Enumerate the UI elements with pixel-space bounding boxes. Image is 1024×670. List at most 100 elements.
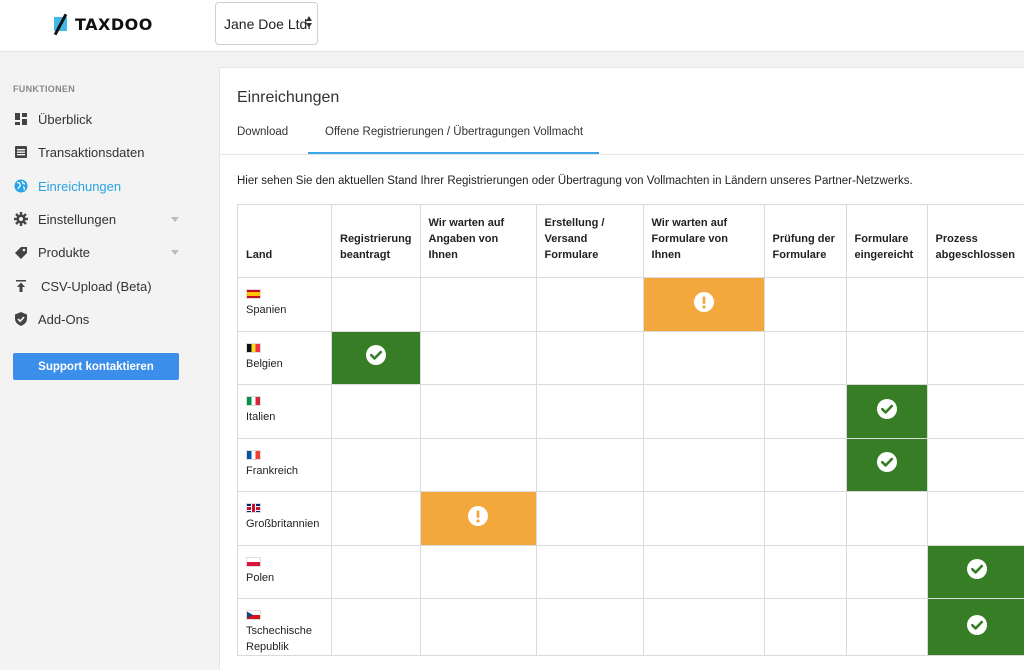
flag-be-icon (246, 342, 261, 353)
status-empty-cell (926, 384, 1024, 439)
country-name: Belgien (246, 357, 283, 370)
status-done-cell (331, 330, 421, 385)
table-row: Italien (237, 384, 1024, 439)
company-select-value: Jane Doe Ltd. (224, 15, 312, 32)
status-empty-cell (763, 544, 847, 599)
table-row: Frankreich (237, 437, 1024, 492)
status-empty-cell (419, 384, 537, 439)
support-button[interactable]: Support kontaktieren (13, 353, 179, 380)
registration-status-table: Land Registrierung beantragt Wir warten … (237, 204, 1024, 656)
sidebar-item-csv-upload[interactable]: CSV-Upload (Beta) (0, 270, 200, 302)
status-empty-cell (535, 491, 644, 546)
sidebar-item-label: CSV-Upload (Beta) (41, 278, 152, 294)
column-header: Wir warten auf Angaben von Ihnen (419, 204, 537, 278)
table-row: Spanien (237, 277, 1024, 332)
status-empty-cell (642, 598, 765, 656)
check-circle-icon (365, 344, 387, 371)
status-empty-cell (642, 491, 765, 546)
sidebar-item-label: Überblick (38, 111, 93, 127)
sidebar-item-ueberblick[interactable]: Überblick (0, 103, 200, 135)
column-header: Wir warten auf Formulare von Ihnen (642, 204, 765, 278)
column-header: Prozess abgeschlossen (926, 204, 1024, 278)
status-empty-cell (419, 277, 537, 332)
sidebar-item-label: Einreichungen (38, 178, 122, 194)
sidebar-item-einreichungen[interactable]: Einreichungen (0, 170, 200, 202)
sidebar-item-label: Produkte (38, 244, 91, 260)
company-select[interactable]: Jane Doe Ltd. (215, 2, 318, 45)
column-header: Registrierung beantragt (331, 204, 421, 278)
status-empty-cell (419, 544, 537, 599)
tab-download[interactable]: Download (237, 126, 288, 138)
tabs-divider (220, 154, 1024, 155)
table-row: Tschechische Republik (237, 598, 1024, 656)
country-name: Großbritannien (246, 518, 320, 530)
flag-es-icon (246, 289, 261, 299)
table-header-row: Land Registrierung beantragt Wir warten … (237, 204, 1024, 278)
status-empty-cell (845, 598, 928, 656)
sidebar-item-transaktionsdaten[interactable]: Transaktionsdaten (0, 136, 200, 168)
status-done-cell (926, 544, 1024, 599)
flag-fr-icon (246, 449, 261, 460)
chevron-down-icon (171, 250, 179, 255)
status-empty-cell (763, 491, 847, 546)
country-cell: Großbritannien (237, 491, 332, 546)
status-empty-cell (642, 437, 765, 492)
exclamation-circle-icon (693, 291, 715, 318)
upload-icon (13, 278, 29, 294)
status-empty-cell (331, 437, 421, 492)
country-name: Frankreich (246, 464, 298, 477)
sidebar-item-label: Einstellungen (38, 211, 117, 227)
page-title: Einreichungen (237, 89, 340, 106)
status-empty-cell (642, 384, 765, 439)
country-name: Italien (246, 411, 276, 423)
flag-gb-icon (246, 503, 261, 513)
status-empty-cell (535, 277, 644, 332)
status-empty-cell (763, 384, 847, 439)
country-cell: Italien (237, 384, 332, 439)
globe-icon (13, 178, 29, 194)
status-empty-cell (419, 437, 537, 492)
tab-offene-registrierungen[interactable]: Offene Registrierungen / Übertragungen V… (325, 126, 583, 138)
sidebar-item-einstellungen[interactable]: Einstellungen (0, 203, 200, 235)
sidebar-item-add-ons[interactable]: Add-Ons (0, 303, 200, 335)
status-empty-cell (535, 384, 644, 439)
status-empty-cell (845, 330, 928, 385)
status-empty-cell (419, 330, 537, 385)
status-empty-cell (763, 330, 847, 385)
status-empty-cell (926, 491, 1024, 546)
flag-it-icon (246, 396, 261, 406)
column-header: Prüfung der Formulare (763, 204, 847, 278)
column-header: Land (237, 204, 332, 278)
check-circle-icon (876, 398, 898, 425)
intro-text: Hier sehen Sie den aktuellen Stand Ihrer… (237, 175, 913, 187)
status-empty-cell (331, 384, 421, 439)
check-circle-icon (966, 558, 988, 585)
status-empty-cell (926, 437, 1024, 492)
taxdoo-logo[interactable]: TAXDOO (52, 12, 153, 36)
status-empty-cell (535, 544, 644, 599)
top-bar: TAXDOO Jane Doe Ltd. (0, 0, 1024, 52)
status-empty-cell (331, 491, 421, 546)
table-row: Polen (237, 544, 1024, 599)
column-header: Erstellung / Versand Formulare (535, 204, 644, 278)
status-empty-cell (763, 598, 847, 656)
status-empty-cell (535, 437, 644, 492)
country-cell: Belgien (237, 330, 332, 385)
country-name: Spanien (246, 304, 287, 316)
chevron-down-icon (171, 217, 179, 222)
status-empty-cell (331, 277, 421, 332)
country-name: Polen (246, 571, 275, 584)
dashboard-icon (13, 111, 29, 127)
brand-name: TAXDOO (75, 14, 153, 34)
status-done-cell (845, 384, 928, 439)
check-circle-icon (876, 451, 898, 478)
status-empty-cell (535, 598, 644, 656)
country-name: Tschechische Republik (246, 625, 313, 653)
status-empty-cell (535, 330, 644, 385)
country-cell: Spanien (237, 277, 332, 332)
status-empty-cell (763, 437, 847, 492)
sidebar-item-produkte[interactable]: Produkte (0, 236, 200, 268)
list-icon (13, 144, 29, 160)
status-empty-cell (331, 544, 421, 599)
country-cell: Frankreich (237, 437, 332, 492)
